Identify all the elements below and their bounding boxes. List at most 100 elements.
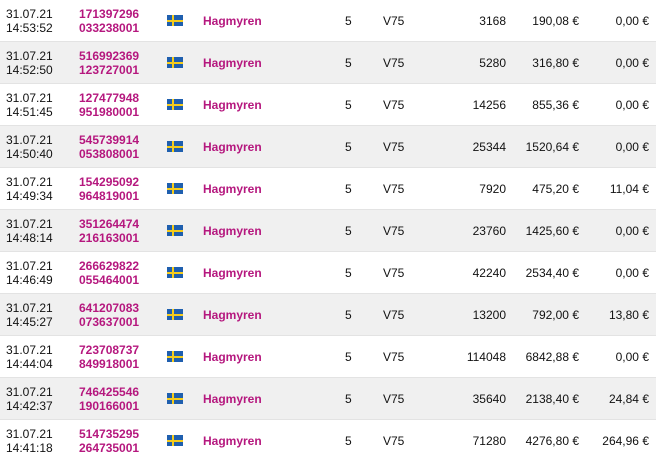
stake-amount: 475,20 € — [532, 181, 579, 196]
race-number: 5 — [345, 349, 352, 364]
date-cell: 31.07.21 14:53:52 — [6, 0, 53, 41]
time-text: 14:45:27 — [6, 314, 53, 329]
ticket-link[interactable]: 171397296 033238001 — [79, 0, 139, 41]
winnings-amount: 0,00 € — [615, 139, 649, 154]
track-link[interactable]: Hagmyren — [203, 0, 262, 41]
sweden-flag-icon — [167, 183, 183, 194]
date-text: 31.07.21 — [6, 6, 53, 21]
row-count: 14256 — [472, 97, 506, 112]
ticket-number-line2: 055464001 — [79, 272, 140, 287]
ticket-number-line1: 266629822 — [79, 258, 140, 273]
sweden-flag-icon — [167, 99, 183, 110]
date-cell: 31.07.21 14:49:34 — [6, 168, 53, 209]
table-row: 31.07.21 14:45:27 641207083 073637001 Ha… — [0, 294, 656, 336]
row-count: 42240 — [472, 265, 506, 280]
winnings-amount: 11,04 € — [609, 181, 649, 196]
ticket-number-line1: 641207083 — [79, 300, 140, 315]
game-type: V75 — [383, 307, 405, 322]
game-type: V75 — [383, 97, 405, 112]
stake-amount: 316,80 € — [532, 55, 579, 70]
stake-amount: 190,08 € — [532, 13, 579, 28]
ticket-link[interactable]: 351264474 216163001 — [79, 210, 139, 251]
row-count: 25344 — [472, 139, 506, 154]
winnings-amount: 13,80 € — [608, 307, 649, 322]
race-number: 5 — [345, 181, 352, 196]
table-row: 31.07.21 14:51:45 127477948 951980001 Ha… — [0, 84, 656, 126]
table-row: 31.07.21 14:53:52 171397296 033238001 Ha… — [0, 0, 656, 42]
ticket-number-line1: 127477948 — [79, 90, 140, 105]
sweden-flag-icon — [167, 351, 183, 362]
country-cell — [167, 84, 183, 125]
row-count: 114048 — [466, 349, 506, 364]
track-link[interactable]: Hagmyren — [203, 168, 262, 209]
game-type: V75 — [383, 181, 405, 196]
race-number: 5 — [345, 139, 352, 154]
game-type: V75 — [383, 13, 405, 28]
track-link[interactable]: Hagmyren — [203, 252, 262, 293]
winnings-amount: 0,00 € — [615, 223, 649, 238]
date-cell: 31.07.21 14:51:45 — [6, 84, 53, 125]
country-cell — [167, 210, 183, 251]
ticket-link[interactable]: 154295092 964819001 — [79, 168, 139, 209]
country-cell — [167, 378, 183, 419]
ticket-link[interactable]: 746425546 190166001 — [79, 378, 139, 419]
race-number: 5 — [345, 223, 352, 238]
track-link[interactable]: Hagmyren — [203, 42, 262, 83]
race-number: 5 — [345, 97, 352, 112]
table-row: 31.07.21 14:49:34 154295092 964819001 Ha… — [0, 168, 656, 210]
row-count: 13200 — [472, 307, 506, 322]
row-count: 35640 — [472, 391, 506, 406]
sweden-flag-icon — [167, 141, 183, 152]
country-cell — [167, 126, 183, 167]
race-number: 5 — [345, 391, 352, 406]
date-text: 31.07.21 — [6, 300, 53, 315]
ticket-link[interactable]: 641207083 073637001 — [79, 294, 139, 335]
ticket-link[interactable]: 266629822 055464001 — [79, 252, 139, 293]
ticket-link[interactable]: 516992369 123727001 — [79, 42, 139, 83]
winnings-amount: 0,00 € — [615, 97, 649, 112]
track-link[interactable]: Hagmyren — [203, 84, 262, 125]
date-text: 31.07.21 — [6, 258, 53, 273]
game-type: V75 — [383, 349, 405, 364]
ticket-number-line1: 171397296 — [79, 6, 140, 21]
ticket-number-line1: 545739914 — [79, 132, 140, 147]
date-cell: 31.07.21 14:48:14 — [6, 210, 53, 251]
sweden-flag-icon — [167, 309, 183, 320]
track-link[interactable]: Hagmyren — [203, 210, 262, 251]
track-link[interactable]: Hagmyren — [203, 294, 262, 335]
race-number: 5 — [345, 13, 352, 28]
time-text: 14:41:18 — [6, 440, 53, 455]
country-cell — [167, 294, 183, 335]
sweden-flag-icon — [167, 57, 183, 68]
race-number: 5 — [345, 55, 352, 70]
date-text: 31.07.21 — [6, 132, 53, 147]
date-text: 31.07.21 — [6, 90, 53, 105]
winnings-amount: 0,00 € — [615, 55, 649, 70]
ticket-number-line2: 951980001 — [79, 104, 140, 119]
ticket-number-line1: 154295092 — [79, 174, 140, 189]
ticket-number-line2: 190166001 — [79, 398, 140, 413]
ticket-link[interactable]: 723708737 849918001 — [79, 336, 139, 377]
table-row: 31.07.21 14:48:14 351264474 216163001 Ha… — [0, 210, 656, 252]
sweden-flag-icon — [167, 225, 183, 236]
table-row: 31.07.21 14:42:37 746425546 190166001 Ha… — [0, 378, 656, 420]
track-link[interactable]: Hagmyren — [203, 126, 262, 167]
ticket-link[interactable]: 545739914 053808001 — [79, 126, 139, 167]
ticket-link[interactable]: 127477948 951980001 — [79, 84, 139, 125]
ticket-number-line1: 746425546 — [79, 384, 140, 399]
game-type: V75 — [383, 55, 405, 70]
ticket-number-line2: 073637001 — [79, 314, 140, 329]
game-type: V75 — [383, 391, 405, 406]
track-link[interactable]: Hagmyren — [203, 378, 262, 419]
stake-amount: 855,36 € — [532, 97, 579, 112]
ticket-number-line2: 053808001 — [79, 146, 140, 161]
date-text: 31.07.21 — [6, 426, 53, 441]
row-count: 23760 — [472, 223, 506, 238]
country-cell — [167, 0, 183, 41]
table-row: 31.07.21 14:41:18 514735295 264735001 Ha… — [0, 420, 656, 462]
tickets-table: 31.07.21 14:53:52 171397296 033238001 Ha… — [0, 0, 656, 462]
time-text: 14:46:49 — [6, 272, 53, 287]
row-count: 5280 — [479, 55, 506, 70]
track-link[interactable]: Hagmyren — [203, 336, 262, 377]
ticket-number-line2: 964819001 — [79, 188, 140, 203]
